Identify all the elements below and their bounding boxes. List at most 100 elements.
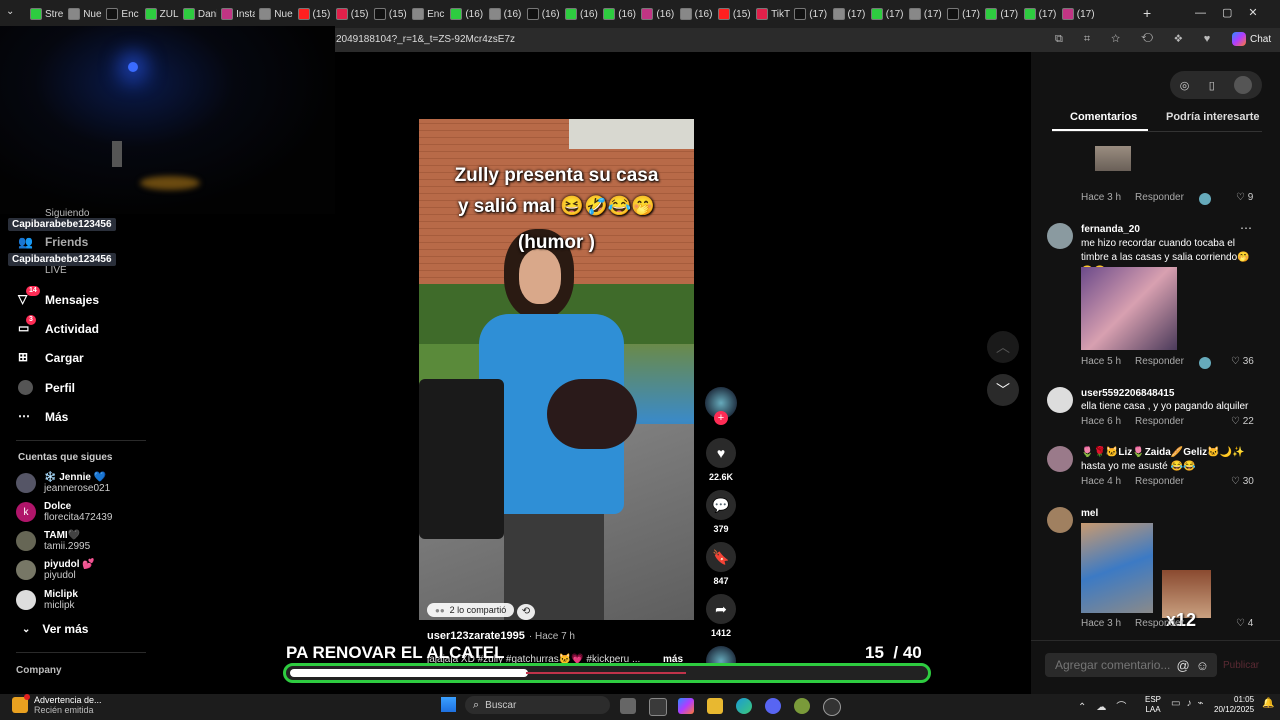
copilot-chat-button[interactable]: Chat [1232,32,1271,46]
browser-tab[interactable]: (15) [297,4,332,24]
browser-tab[interactable]: Nue [259,4,293,24]
browser-tab[interactable]: (17) [1023,4,1058,24]
sidebar-item-messages[interactable]: ▽ 14 Mensajes [18,286,99,307]
panel-toolbar[interactable]: ◎ ▯ [1170,71,1262,99]
comment-input-box[interactable]: @ ☺ [1045,653,1217,677]
task-view-icon[interactable] [620,698,636,714]
tab-comments[interactable]: Comentarios [1070,111,1137,123]
video-author[interactable]: user123zarate1995 [427,630,525,642]
tab-interesting[interactable]: Podría interesarte [1166,111,1260,123]
discord-icon[interactable] [765,698,781,714]
app-icon[interactable] [794,698,810,714]
browser-tab[interactable]: (17) [947,4,981,24]
sidebar-item-friends[interactable]: 👥 Friends [18,235,88,249]
browser-tab[interactable]: Stre [30,4,64,24]
comment-avatar[interactable] [1047,387,1073,413]
video-author-line[interactable]: user123zarate1995 · Hace 7 h [427,630,575,642]
next-video-button[interactable]: ﹀ [987,374,1019,406]
comment-button[interactable]: 💬 379 [705,490,737,534]
video-player[interactable]: Zully presenta su casa y salió mal 😆🤣😂🤭 … [419,119,694,620]
comment-image[interactable] [1081,523,1153,613]
following-account[interactable]: TAMI🖤 tamii.2995 [16,530,90,552]
store-icon[interactable] [649,698,667,716]
like-button[interactable]: ♥ 22.6K [705,438,737,482]
language-indicator[interactable]: ESP LAA [1145,695,1161,715]
tray-icons[interactable]: ⌃☁⌒ [1078,698,1136,713]
sidebar-item-profile[interactable]: Perfil [18,380,75,395]
browser-tab[interactable]: (16) [488,4,523,24]
comment-like[interactable]: ♡ 30 [1231,476,1254,487]
copilot-icon[interactable] [678,698,694,714]
creator-avatar[interactable]: + [705,387,737,425]
reply-button[interactable]: Responder [1135,476,1184,487]
browser-tab[interactable]: (16) [565,4,599,24]
sidebar-item-live[interactable]: LIVE [45,265,67,276]
see-more-button[interactable]: ⌄ Ver más [22,622,88,636]
window-controls[interactable]: —▢✕ [1195,6,1274,19]
comment-like[interactable]: ♡ 9 [1236,192,1253,203]
browser-tab[interactable]: (16) [450,4,484,24]
system-icons[interactable]: ▭♪⌁ [1171,698,1209,709]
browser-tab[interactable]: (17) [870,4,905,24]
comment-options-icon[interactable]: ⋯ [1240,221,1252,235]
company-link[interactable]: Company [16,665,62,676]
taskbar-search[interactable]: ⌕ Buscar [465,696,610,714]
reply-button[interactable]: Responder [1135,618,1184,629]
emoji-icon[interactable]: ☺ [1196,658,1209,673]
compass-icon[interactable]: ◎ [1180,79,1190,92]
browser-tab[interactable]: (15) [373,4,408,24]
comment-author[interactable]: mel [1081,508,1098,519]
url-text[interactable]: 2049188104?_r=1&_t=ZS-92Mcr4zsE7z [336,34,515,45]
obs-icon[interactable] [823,698,841,716]
browser-tab[interactable]: Enc [106,4,140,24]
shared-pill[interactable]: ●● 2 lo compartió [427,603,515,617]
browser-tab[interactable]: Nue [68,4,102,24]
follow-plus-icon[interactable]: + [714,411,728,425]
clock[interactable]: 01:05 20/12/2025 [1214,695,1254,715]
save-button[interactable]: 🔖 847 [705,542,737,586]
sidebar-item-upload[interactable]: ⊞ Cargar [18,350,84,365]
tab-list-dropdown[interactable]: ⌄ [6,6,14,17]
following-account[interactable]: piyudol 💕 piyudol [16,559,95,581]
reply-button[interactable]: Responder [1135,192,1184,203]
browser-tab[interactable]: (16) [603,4,637,24]
user-avatar[interactable] [1234,76,1253,94]
following-account[interactable]: k Dolce florecita472439 [16,501,112,523]
comment-author[interactable]: fernanda_20 [1081,224,1140,235]
mention-icon[interactable]: @ [1177,658,1190,673]
browser-tab[interactable]: (15) [717,4,752,24]
notification-item[interactable]: Advertencia de... Recién emitida [12,694,102,715]
comment-author[interactable]: 🌷🌹🐱Liz🌷Zaida🥖Geliz🐱🌙✨ [1081,447,1245,458]
browser-tab[interactable]: (16) [641,4,675,24]
browser-tab[interactable]: (16) [526,4,561,24]
comment-avatar[interactable] [1047,223,1073,249]
comment-input[interactable] [1053,657,1177,673]
notification-bell-icon[interactable]: 🔔 [1262,698,1274,709]
comment-like[interactable]: ♡ 22 [1231,416,1254,427]
comment-image[interactable] [1081,267,1177,350]
comment-avatar[interactable] [1047,446,1073,472]
comment-image[interactable] [1095,146,1131,171]
browser-tab[interactable]: (17) [832,4,867,24]
following-account[interactable]: Miclipk miclipk [16,589,78,611]
sidebar-item-more[interactable]: ⋯ Más [18,409,68,424]
toolbar-icons[interactable]: ⧉ ⌗ ☆ ⟲ ❖ ♥ ⋯ [1055,33,1251,46]
browser-tab[interactable]: (17) [1061,4,1096,24]
comment-avatar[interactable] [1047,507,1073,533]
repost-icon[interactable]: ⟲ [517,604,535,620]
browser-tab[interactable]: (17) [908,4,943,24]
edge-icon[interactable] [736,698,752,714]
comment-like[interactable]: ♡ 36 [1231,356,1254,367]
browser-tab[interactable]: (17) [985,4,1019,24]
comment-like[interactable]: ♡ 4 [1236,618,1253,629]
browser-tab[interactable]: Enc [412,4,446,24]
browser-tab[interactable]: TikT [756,4,790,24]
reply-button[interactable]: Responder [1135,356,1184,367]
device-icon[interactable]: ▯ [1209,79,1215,92]
sidebar-item-activity[interactable]: ▭ 3 Actividad [18,315,99,336]
new-tab-button[interactable]: + [1143,5,1151,21]
publish-button[interactable]: Publicar [1223,660,1259,671]
browser-tab[interactable]: Dani [182,4,217,24]
browser-tab[interactable]: Insta [221,4,255,24]
comment-author[interactable]: user5592206848415 [1081,388,1174,399]
